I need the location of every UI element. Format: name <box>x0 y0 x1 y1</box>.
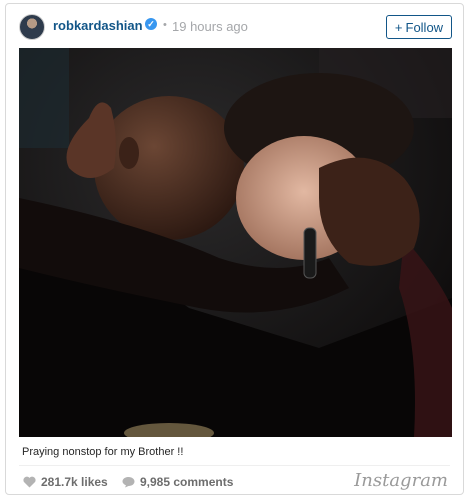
comments-count: 9,985 comments <box>140 475 234 489</box>
post-timestamp[interactable]: 19 hours ago <box>172 19 248 34</box>
likes-count: 281.7k likes <box>41 475 108 489</box>
username-link[interactable]: robkardashian <box>53 18 143 33</box>
heart-icon <box>23 476 36 488</box>
comments-group[interactable]: 9,985 comments <box>122 475 233 489</box>
post-photo[interactable] <box>19 48 452 437</box>
separator-dot: • <box>163 19 167 31</box>
follow-button[interactable]: + Follow <box>386 15 452 39</box>
comment-icon <box>122 477 135 488</box>
follow-label: Follow <box>405 19 444 35</box>
profile-avatar[interactable] <box>19 14 45 40</box>
instagram-logo: Instagram <box>354 470 448 491</box>
photo-illustration <box>19 48 452 437</box>
instagram-post-card: robkardashian ✓ • 19 hours ago + Follow <box>5 3 464 495</box>
post-footer: 281.7k likes 9,985 comments Instagram <box>19 465 450 494</box>
post-header: robkardashian ✓ • 19 hours ago + Follow <box>6 4 463 49</box>
plus-icon: + <box>394 19 403 35</box>
likes-group[interactable]: 281.7k likes <box>23 475 108 489</box>
verified-badge-icon: ✓ <box>145 18 157 30</box>
post-caption: Praying nonstop for my Brother !! <box>22 446 184 458</box>
